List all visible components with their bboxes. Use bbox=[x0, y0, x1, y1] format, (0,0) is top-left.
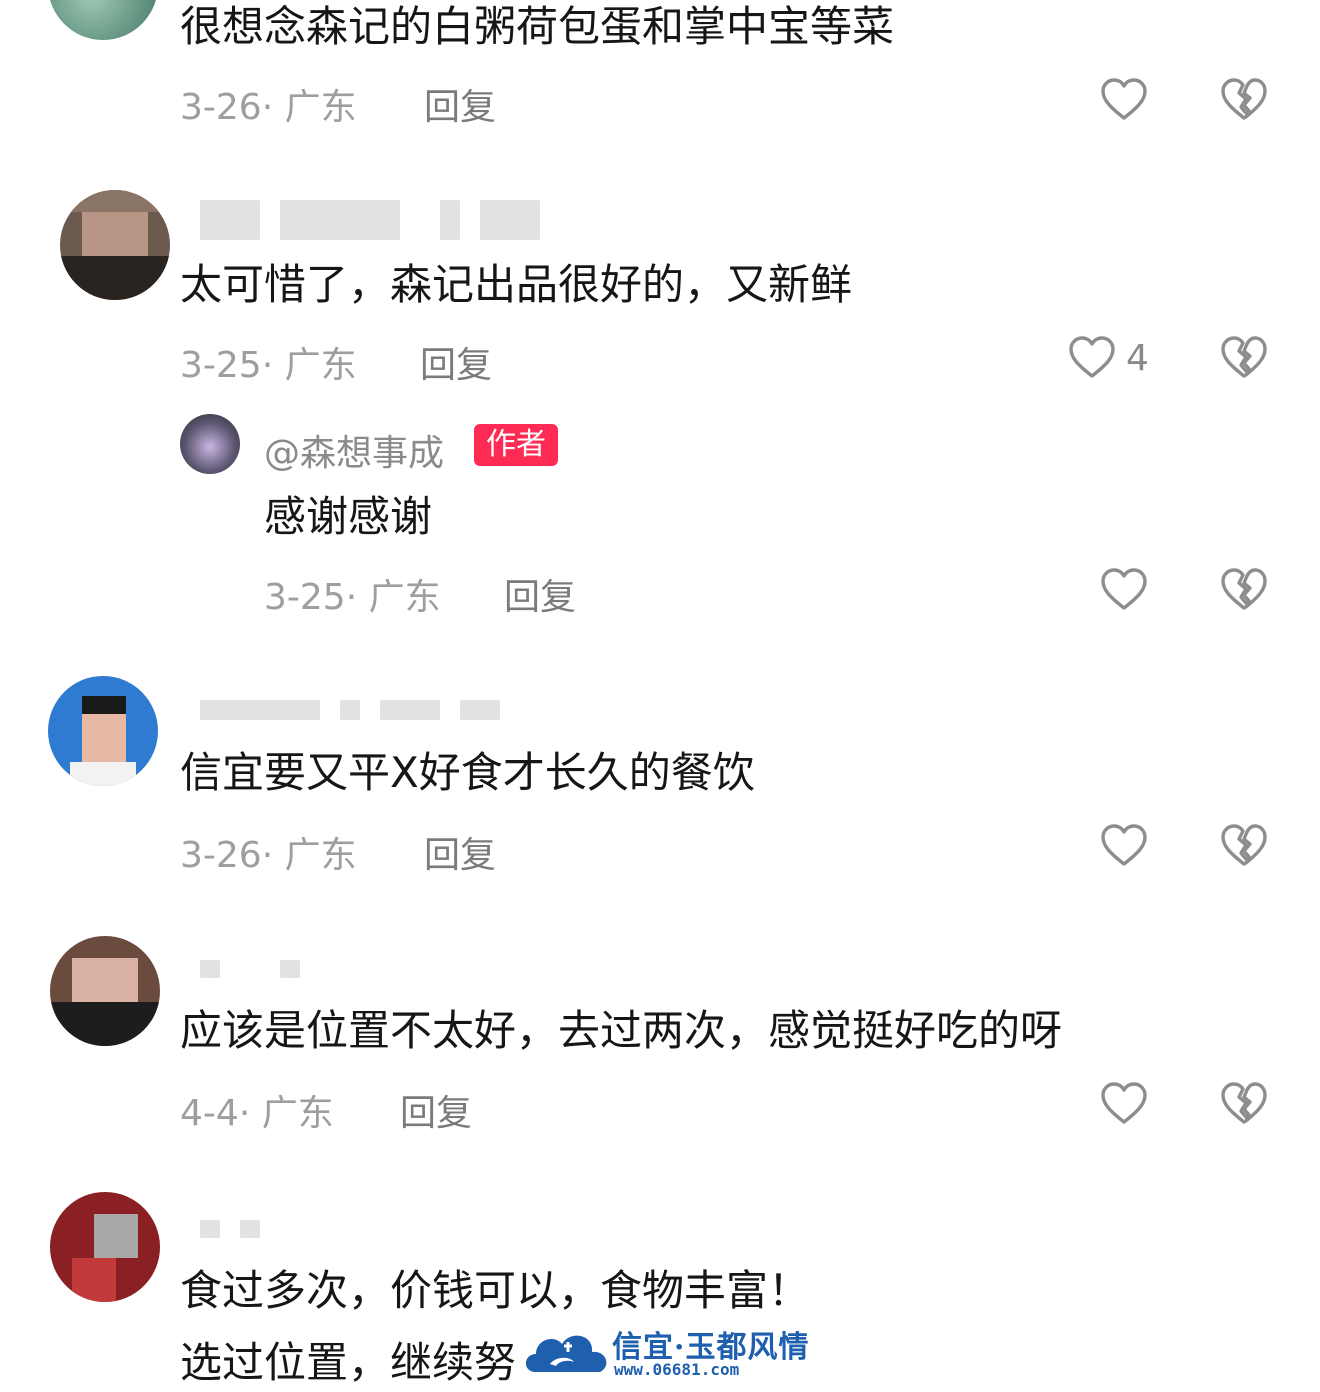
like-count: 4 bbox=[1126, 338, 1149, 379]
comment-date: 3-26 bbox=[180, 835, 262, 876]
comment-meta: 3-26· 广东 bbox=[180, 87, 357, 128]
username-blurred bbox=[200, 700, 500, 720]
comment-text: 很想念森记的白粥荷包蛋和掌中宝等菜 bbox=[180, 2, 895, 51]
author-badge: 作者 bbox=[474, 424, 558, 466]
avatar[interactable] bbox=[50, 936, 160, 1046]
author-handle[interactable]: @森想事成 bbox=[264, 424, 444, 476]
heart-outline-icon[interactable] bbox=[1100, 566, 1148, 614]
comment-text: 应该是位置不太好，去过两次，感觉挺好吃的呀 bbox=[180, 1006, 1063, 1055]
username-blurred bbox=[200, 1220, 330, 1238]
comment-text: 信宜要又平X好食才长久的餐饮 bbox=[180, 748, 755, 797]
broken-heart-icon[interactable] bbox=[1220, 566, 1268, 614]
reply-date: 3-25 bbox=[264, 577, 346, 618]
reply-button[interactable]: 回复 bbox=[420, 336, 492, 388]
watermark-url: www.06681.com bbox=[614, 1360, 740, 1379]
reply-button[interactable]: 回复 bbox=[504, 568, 576, 620]
comment-location: 广东 bbox=[284, 87, 357, 128]
avatar[interactable] bbox=[48, 676, 158, 786]
heart-outline-icon[interactable] bbox=[1068, 334, 1116, 382]
comment-meta: 3-26· 广东 bbox=[180, 835, 357, 876]
broken-heart-icon[interactable] bbox=[1220, 334, 1268, 382]
username-blurred bbox=[200, 200, 560, 240]
avatar[interactable] bbox=[60, 190, 170, 300]
comment-date: 3-26 bbox=[180, 87, 262, 128]
reply-button[interactable]: 回复 bbox=[424, 78, 496, 130]
comment-meta: 4-4· 广东 bbox=[180, 1093, 334, 1134]
author-avatar[interactable] bbox=[180, 414, 240, 474]
avatar[interactable] bbox=[50, 1192, 160, 1302]
comment-location: 广东 bbox=[284, 835, 357, 876]
heart-outline-icon[interactable] bbox=[1100, 76, 1148, 124]
username-blurred bbox=[200, 960, 300, 978]
broken-heart-icon[interactable] bbox=[1220, 1080, 1268, 1128]
comment-date: 3-25 bbox=[180, 345, 262, 386]
cloud-logo-icon bbox=[525, 1335, 607, 1372]
reply-button[interactable]: 回复 bbox=[400, 1084, 472, 1136]
watermark-logo: 信宜·玉都风情 www.06681.com bbox=[520, 1320, 810, 1388]
comment-location: 广东 bbox=[261, 1093, 334, 1134]
heart-outline-icon[interactable] bbox=[1100, 822, 1148, 870]
reply-button[interactable]: 回复 bbox=[424, 826, 496, 878]
comment-meta: 3-25· 广东 bbox=[180, 345, 357, 386]
broken-heart-icon[interactable] bbox=[1220, 822, 1268, 870]
comment-date: 4-4 bbox=[180, 1093, 239, 1134]
comment-text: 太可惜了，森记出品很好的，又新鲜 bbox=[180, 260, 853, 309]
broken-heart-icon[interactable] bbox=[1220, 76, 1268, 124]
comment-text-line2: 选过位置，继续努 bbox=[180, 1338, 517, 1387]
comment-location: 广东 bbox=[284, 345, 357, 386]
comment-text-line1: 食过多次，价钱可以，食物丰富！ bbox=[180, 1266, 811, 1315]
reply-location: 广东 bbox=[368, 577, 441, 618]
heart-outline-icon[interactable] bbox=[1100, 1080, 1148, 1128]
reply-meta: 3-25· 广东 bbox=[264, 577, 441, 618]
reply-text: 感谢感谢 bbox=[264, 492, 433, 541]
avatar[interactable] bbox=[48, 0, 158, 40]
